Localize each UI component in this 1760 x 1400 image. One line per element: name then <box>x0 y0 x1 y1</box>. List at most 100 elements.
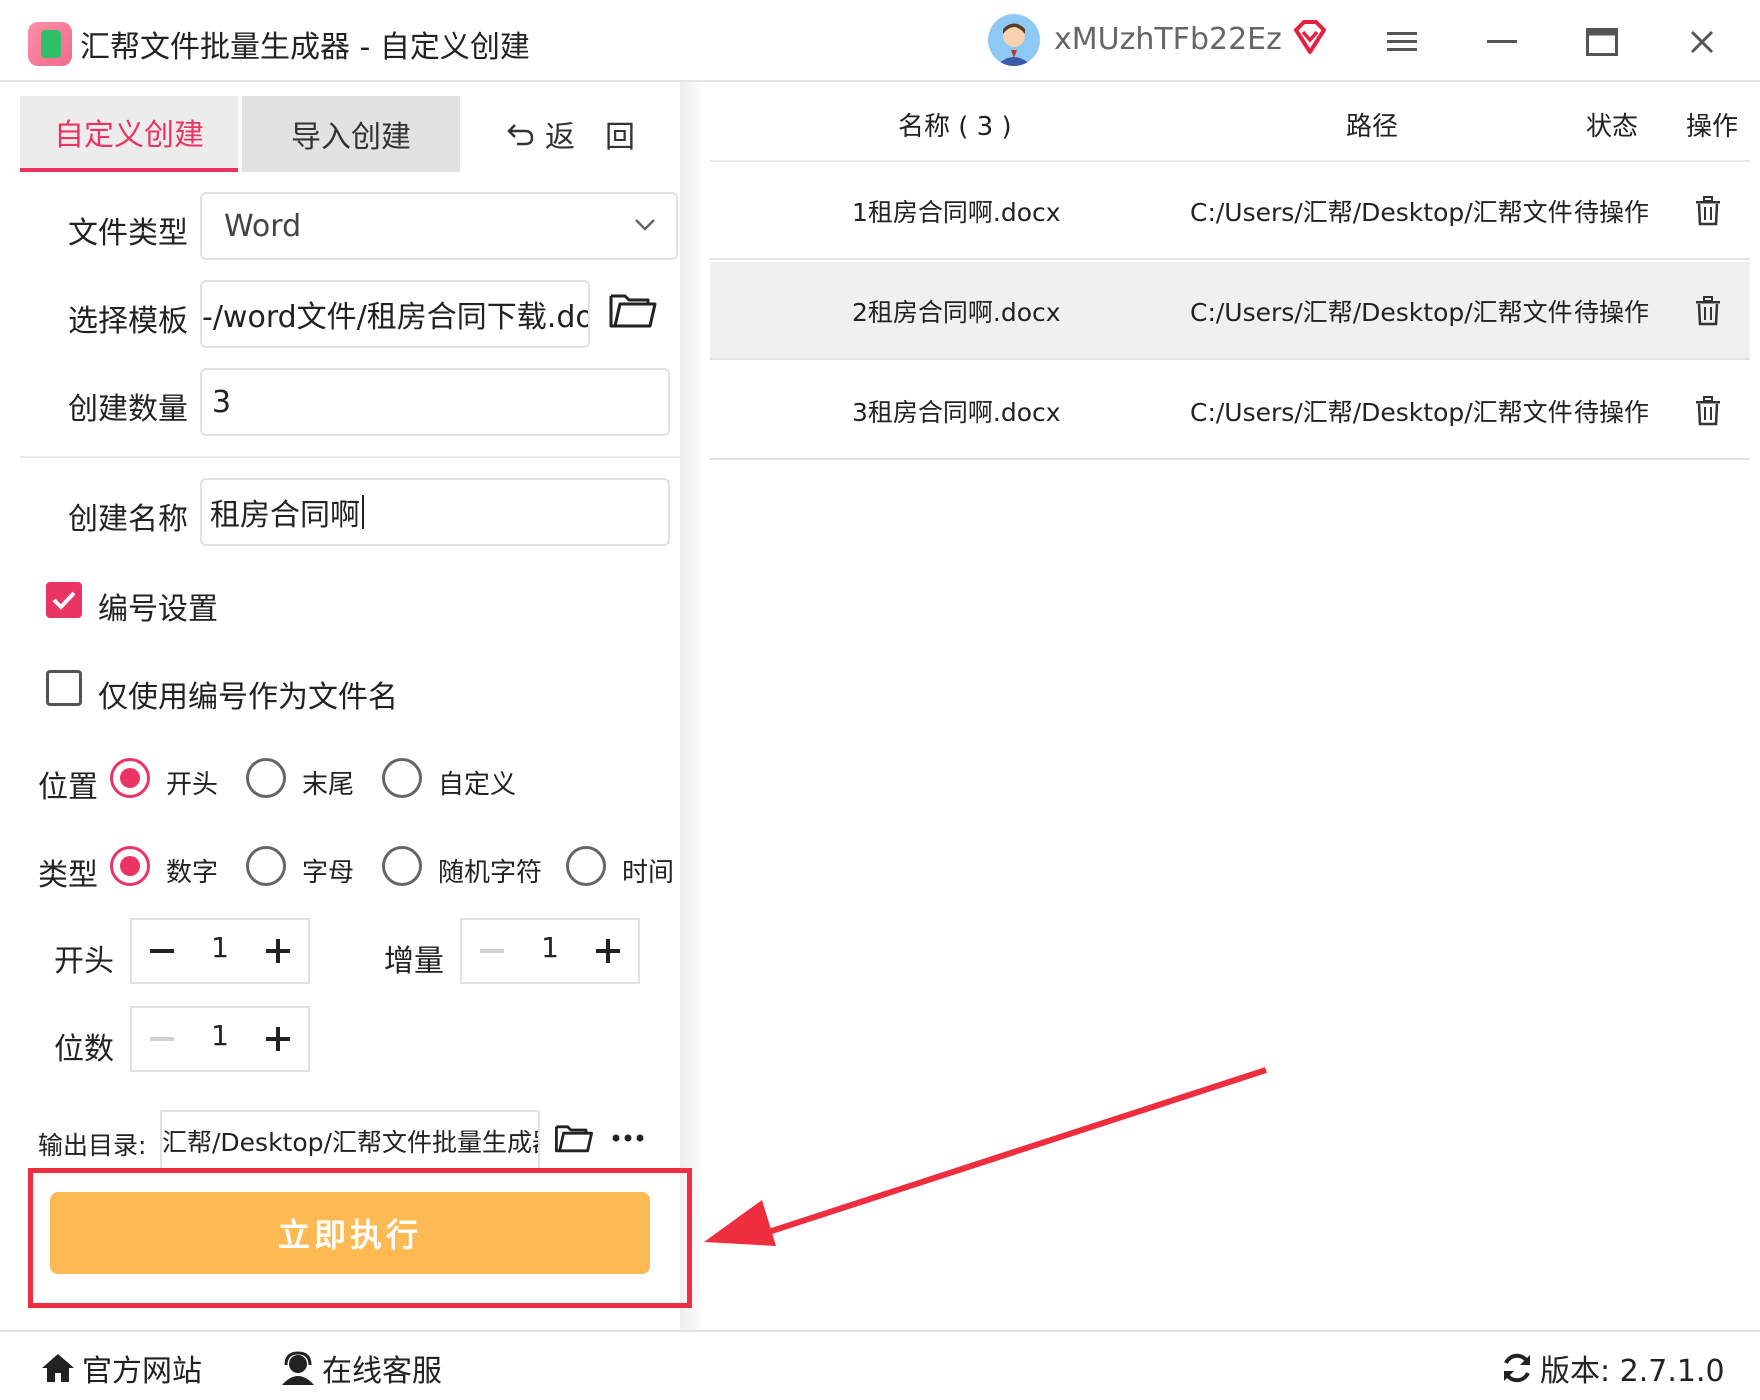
minus-icon <box>150 1037 174 1041</box>
text-cursor <box>362 495 364 529</box>
numbering-label: 编号设置 <box>98 592 218 627</box>
more-options-icon[interactable] <box>610 1128 650 1148</box>
template-label: 选择模板 <box>68 304 188 339</box>
username[interactable]: xMUzhTFb22Ez <box>1054 22 1282 57</box>
increment-increment-button[interactable] <box>578 920 638 982</box>
table-row[interactable]: 2租房合同啊.docx C:/Users/汇帮/Desktop/汇帮文件 待操作 <box>710 262 1750 360</box>
name-label: 创建名称 <box>68 502 188 537</box>
section-divider <box>20 456 680 458</box>
file-path-cell: C:/Users/汇帮/Desktop/汇帮文件 <box>1190 298 1573 327</box>
position-radio-custom[interactable] <box>382 758 422 798</box>
type-radio-number[interactable] <box>110 846 150 886</box>
type-radio-letter[interactable] <box>246 846 286 886</box>
digits-stepper: 1 <box>130 1006 310 1072</box>
file-name-cell: 1租房合同啊.docx <box>852 198 1061 227</box>
start-decrement-button[interactable] <box>132 920 192 982</box>
file-type-value: Word <box>224 208 302 244</box>
app-logo-icon <box>28 22 72 66</box>
back-arrow-icon <box>507 124 534 146</box>
output-dir-value: 汇帮/Desktop/汇帮文件批量生成器 <box>162 1128 540 1157</box>
digits-label: 位数 <box>54 1032 114 1067</box>
count-value: 3 <box>212 384 232 420</box>
maximize-icon[interactable] <box>1580 20 1624 64</box>
file-status-cell: 待操作 <box>1574 298 1650 327</box>
website-label: 官方网站 <box>82 1354 202 1389</box>
column-header-status: 状态 <box>1586 112 1639 142</box>
increment-stepper: 1 <box>460 918 640 984</box>
type-option-label: 时间 <box>622 858 675 888</box>
digits-value[interactable]: 1 <box>192 1008 248 1070</box>
position-label: 位置 <box>38 770 98 805</box>
back-button[interactable]: 返 回 <box>470 96 670 172</box>
count-input[interactable]: 3 <box>200 368 670 436</box>
status-bar <box>0 1330 1760 1400</box>
folder-open-icon[interactable] <box>608 288 658 332</box>
numbering-checkbox[interactable] <box>46 582 82 618</box>
menu-icon[interactable] <box>1380 20 1424 64</box>
output-dir-field[interactable]: 汇帮/Desktop/汇帮文件批量生成器 <box>160 1110 540 1172</box>
type-radio-random[interactable] <box>382 846 422 886</box>
increment-label: 增量 <box>384 944 444 979</box>
window-title: 汇帮文件批量生成器 - 自定义创建 <box>80 30 530 65</box>
file-path-cell: C:/Users/汇帮/Desktop/汇帮文件 <box>1190 398 1573 427</box>
delete-icon[interactable] <box>1694 362 1722 460</box>
online-support-link[interactable]: 在线客服 <box>280 1346 442 1390</box>
file-status-cell: 待操作 <box>1574 198 1650 227</box>
start-label: 开头 <box>54 944 114 979</box>
user-avatar-icon[interactable] <box>988 14 1040 66</box>
increment-value[interactable]: 1 <box>522 920 578 982</box>
official-website-link[interactable]: 官方网站 <box>40 1346 202 1390</box>
minimize-icon[interactable] <box>1480 20 1524 64</box>
start-value[interactable]: 1 <box>192 920 248 982</box>
column-header-path: 路径 <box>1346 112 1399 142</box>
column-header-name: 名称 ( 3 ) <box>898 112 1012 142</box>
plus-icon <box>596 939 620 963</box>
tab-label: 导入创建 <box>291 120 411 155</box>
file-type-select[interactable]: Word <box>200 192 678 260</box>
plus-icon <box>266 939 290 963</box>
minus-icon <box>480 949 504 953</box>
increment-decrement-button[interactable] <box>462 920 522 982</box>
delete-icon[interactable] <box>1694 162 1722 260</box>
tab-custom-create[interactable]: 自定义创建 <box>20 96 238 172</box>
file-name-cell: 3租房合同啊.docx <box>852 398 1061 427</box>
plus-icon <box>266 1027 290 1051</box>
output-folder-icon[interactable] <box>554 1120 594 1156</box>
digits-increment-button[interactable] <box>248 1008 308 1070</box>
start-increment-button[interactable] <box>248 920 308 982</box>
position-radio-start[interactable] <box>110 758 150 798</box>
output-dir-label: 输出目录: <box>38 1131 147 1160</box>
only-number-checkbox[interactable] <box>46 670 82 706</box>
back-label: 返 回 <box>545 120 635 155</box>
name-value: 租房合同啊 <box>210 498 360 533</box>
table-row[interactable]: 3租房合同啊.docx C:/Users/汇帮/Desktop/汇帮文件 待操作 <box>710 362 1750 460</box>
only-number-label: 仅使用编号作为文件名 <box>98 680 398 715</box>
vip-icon[interactable] <box>1290 18 1330 58</box>
digits-decrement-button[interactable] <box>132 1008 192 1070</box>
tab-label: 自定义创建 <box>54 118 204 153</box>
type-radio-time[interactable] <box>566 846 606 886</box>
position-option-label: 末尾 <box>302 770 355 800</box>
template-path-field[interactable]: -/word文件/租房合同下载.doc <box>200 280 590 348</box>
refresh-icon <box>1504 1353 1530 1383</box>
chevron-down-icon <box>635 219 655 231</box>
type-label: 类型 <box>38 858 98 893</box>
file-name-cell: 2租房合同啊.docx <box>852 298 1061 327</box>
check-icon <box>52 591 76 610</box>
table-row[interactable]: 1租房合同啊.docx C:/Users/汇帮/Desktop/汇帮文件 待操作 <box>710 162 1750 260</box>
close-icon[interactable] <box>1680 20 1724 64</box>
name-input[interactable]: 租房合同啊 <box>200 478 670 546</box>
version-label: 版本: 2.7.1.0 <box>1540 1354 1725 1389</box>
run-now-button[interactable]: 立即执行 <box>50 1192 650 1274</box>
start-stepper: 1 <box>130 918 310 984</box>
count-label: 创建数量 <box>68 392 188 427</box>
column-header-action: 操作 <box>1686 112 1739 142</box>
version-info: 版本: 2.7.1.0 <box>1500 1346 1725 1390</box>
tab-import-create[interactable]: 导入创建 <box>242 96 460 172</box>
minus-icon <box>150 949 174 953</box>
type-option-label: 字母 <box>302 858 355 888</box>
annotation-arrow-icon <box>704 1067 1267 1246</box>
delete-icon[interactable] <box>1694 262 1722 360</box>
position-option-label: 自定义 <box>438 770 517 800</box>
position-radio-end[interactable] <box>246 758 286 798</box>
